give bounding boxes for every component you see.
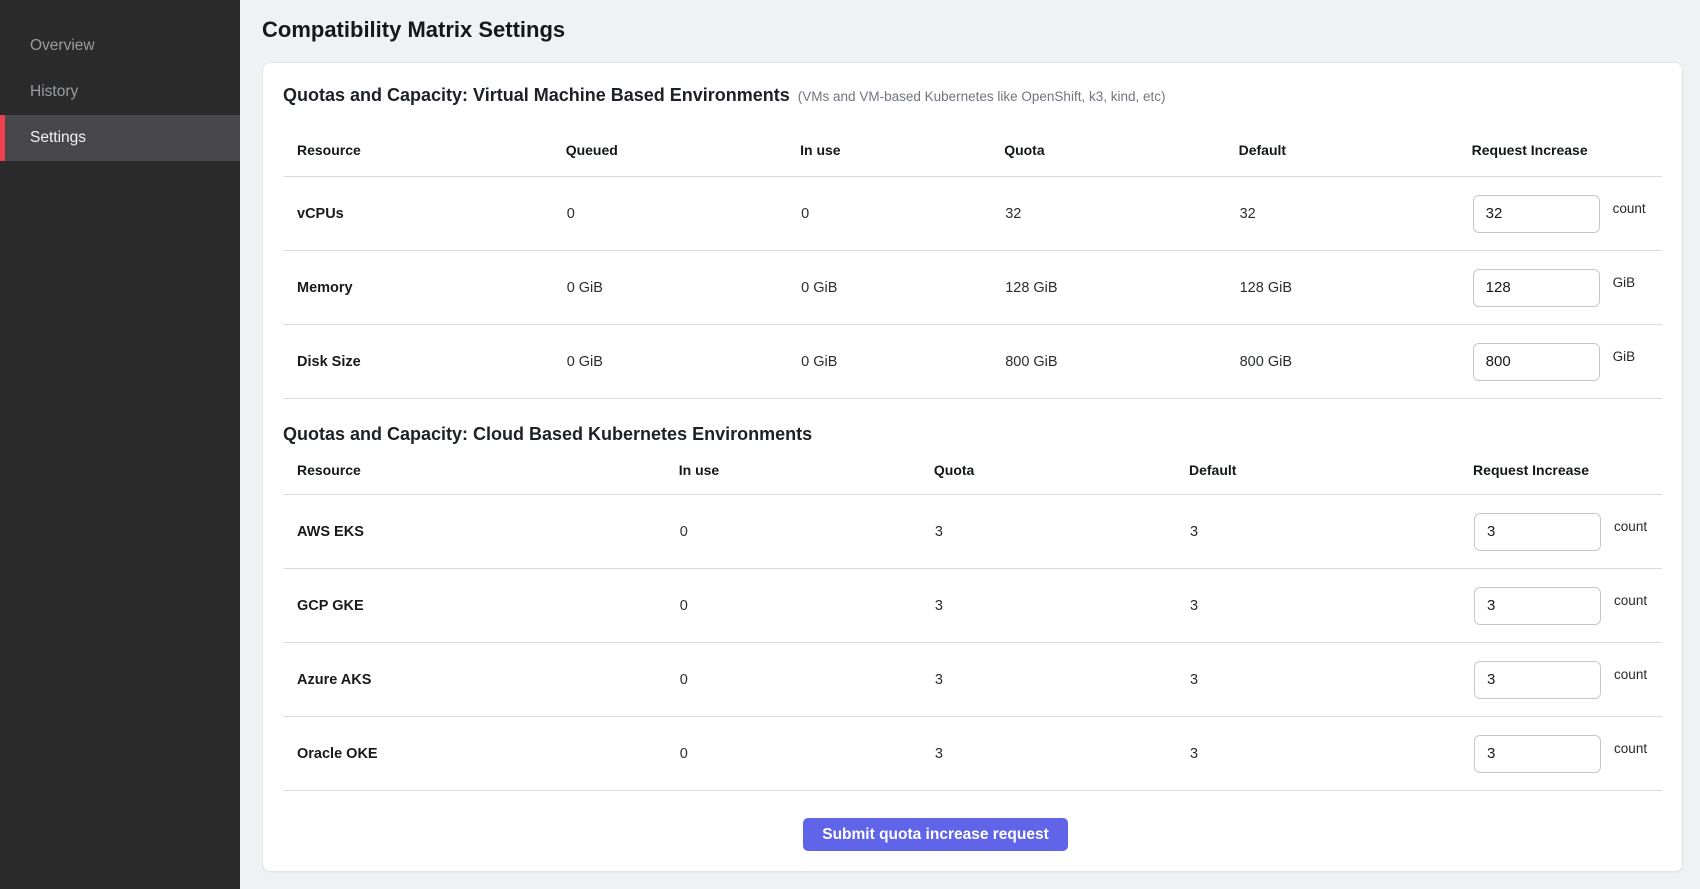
vcpus-request-input[interactable]	[1473, 195, 1600, 233]
unit-label: GiB	[1613, 275, 1636, 290]
default-value: 3	[1189, 717, 1473, 791]
queued-value: 0 GiB	[566, 325, 800, 399]
column-header-in-use: In use	[800, 123, 1004, 177]
default-value: 3	[1189, 495, 1473, 569]
vm-table-header-row: Resource Queued In use Quota Default Req…	[283, 123, 1662, 177]
column-header-quota: Quota	[934, 446, 1189, 495]
default-value: 800 GiB	[1239, 325, 1472, 399]
quota-value: 3	[934, 643, 1189, 717]
vm-section-title: Quotas and Capacity: Virtual Machine Bas…	[283, 83, 1662, 109]
in-use-value: 0	[679, 569, 934, 643]
column-header-resource: Resource	[283, 446, 679, 495]
queued-value: 0 GiB	[566, 251, 800, 325]
quota-value: 3	[934, 495, 1189, 569]
column-header-request-increase: Request Increase	[1472, 123, 1662, 177]
request-increase-cell: count	[1474, 735, 1661, 773]
resource-name: Disk Size	[283, 325, 566, 399]
unit-label: count	[1614, 593, 1647, 608]
quota-value: 3	[934, 569, 1189, 643]
unit-label: count	[1613, 201, 1646, 216]
column-header-default: Default	[1239, 123, 1472, 177]
table-row-memory: Memory 0 GiB 0 GiB 128 GiB 128 GiB GiB	[283, 251, 1662, 325]
table-row-gcp-gke: GCP GKE 0 3 3 count	[283, 569, 1662, 643]
page-title: Compatibility Matrix Settings	[262, 16, 1683, 44]
column-header-in-use: In use	[679, 446, 934, 495]
column-header-default: Default	[1189, 446, 1473, 495]
sidebar-item-label: Overview	[30, 37, 95, 55]
sidebar: Overview History Settings	[0, 0, 240, 889]
request-increase-cell: count	[1474, 513, 1661, 551]
table-row-azure-aks: Azure AKS 0 3 3 count	[283, 643, 1662, 717]
in-use-value: 0	[679, 495, 934, 569]
resource-name: Oracle OKE	[283, 717, 679, 791]
azure-aks-request-input[interactable]	[1474, 661, 1601, 699]
unit-label: GiB	[1613, 349, 1636, 364]
quota-value: 128 GiB	[1004, 251, 1238, 325]
table-row-aws-eks: AWS EKS 0 3 3 count	[283, 495, 1662, 569]
sidebar-item-label: History	[30, 83, 78, 101]
quota-value: 800 GiB	[1004, 325, 1238, 399]
request-increase-cell: GiB	[1473, 269, 1661, 307]
column-header-resource: Resource	[283, 123, 566, 177]
in-use-value: 0	[800, 177, 1004, 251]
request-increase-cell: GiB	[1473, 343, 1661, 381]
default-value: 3	[1189, 569, 1473, 643]
default-value: 128 GiB	[1239, 251, 1472, 325]
resource-name: AWS EKS	[283, 495, 679, 569]
quota-value: 32	[1004, 177, 1238, 251]
oracle-oke-request-input[interactable]	[1474, 735, 1601, 773]
submit-quota-increase-button[interactable]: Submit quota increase request	[803, 818, 1068, 851]
cloud-quota-table: Resource In use Quota Default Request In…	[283, 446, 1662, 791]
request-increase-cell: count	[1474, 587, 1661, 625]
table-row-disk-size: Disk Size 0 GiB 0 GiB 800 GiB 800 GiB Gi…	[283, 325, 1662, 399]
disk-size-request-input[interactable]	[1473, 343, 1600, 381]
unit-label: count	[1614, 519, 1647, 534]
vm-section-subtitle: (VMs and VM-based Kubernetes like OpenSh…	[798, 89, 1166, 104]
vm-section-title-text: Quotas and Capacity: Virtual Machine Bas…	[283, 85, 790, 105]
resource-name: Azure AKS	[283, 643, 679, 717]
card-footer: Submit quota increase request	[283, 791, 1662, 851]
in-use-value: 0 GiB	[800, 325, 1004, 399]
default-value: 3	[1189, 643, 1473, 717]
column-header-request-increase: Request Increase	[1473, 446, 1662, 495]
table-row-oracle-oke: Oracle OKE 0 3 3 count	[283, 717, 1662, 791]
settings-card: Quotas and Capacity: Virtual Machine Bas…	[262, 62, 1683, 872]
request-increase-cell: count	[1474, 661, 1661, 699]
aws-eks-request-input[interactable]	[1474, 513, 1601, 551]
in-use-value: 0	[679, 643, 934, 717]
sidebar-item-settings[interactable]: Settings	[0, 115, 240, 161]
in-use-value: 0	[679, 717, 934, 791]
request-increase-cell: count	[1473, 195, 1661, 233]
cloud-table-header-row: Resource In use Quota Default Request In…	[283, 446, 1662, 495]
memory-request-input[interactable]	[1473, 269, 1600, 307]
column-header-queued: Queued	[566, 123, 800, 177]
column-header-quota: Quota	[1004, 123, 1238, 177]
cloud-section-title: Quotas and Capacity: Cloud Based Kuberne…	[283, 422, 1662, 446]
main-content: Compatibility Matrix Settings Quotas and…	[240, 0, 1700, 889]
unit-label: count	[1614, 741, 1647, 756]
resource-name: Memory	[283, 251, 566, 325]
table-row-vcpus: vCPUs 0 0 32 32 count	[283, 177, 1662, 251]
gcp-gke-request-input[interactable]	[1474, 587, 1601, 625]
resource-name: vCPUs	[283, 177, 566, 251]
unit-label: count	[1614, 667, 1647, 682]
sidebar-item-history[interactable]: History	[0, 69, 240, 115]
in-use-value: 0 GiB	[800, 251, 1004, 325]
queued-value: 0	[566, 177, 800, 251]
sidebar-item-label: Settings	[30, 129, 86, 147]
vm-quota-table: Resource Queued In use Quota Default Req…	[283, 123, 1662, 399]
quota-value: 3	[934, 717, 1189, 791]
default-value: 32	[1239, 177, 1472, 251]
resource-name: GCP GKE	[283, 569, 679, 643]
sidebar-item-overview[interactable]: Overview	[0, 23, 240, 69]
